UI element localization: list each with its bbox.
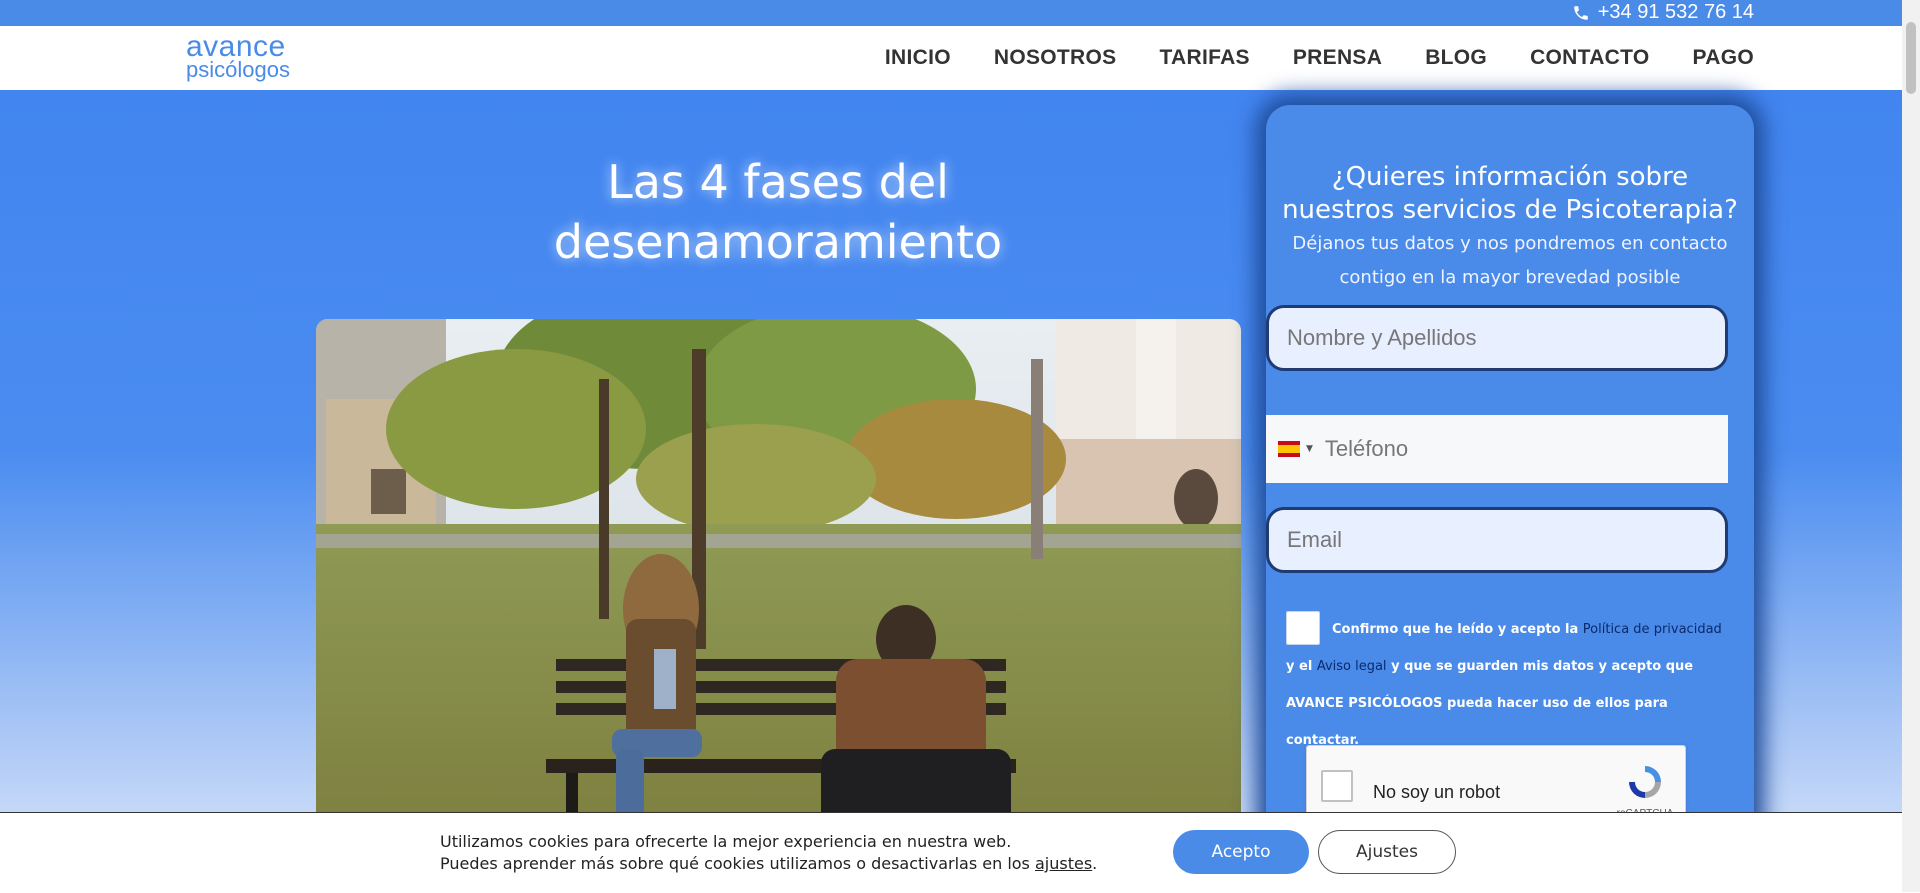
nav-item-tarifas[interactable]: TARIFAS xyxy=(1159,46,1249,70)
email-field-placeholder: Email xyxy=(1287,527,1343,552)
recaptcha-widget: No soy un robot reCAPTCHA xyxy=(1306,745,1686,819)
chevron-down-icon[interactable]: ▼ xyxy=(1306,444,1313,454)
page-title: Las 4 fases del desenamoramiento xyxy=(478,152,1078,272)
top-bar: +34 91 532 76 14 xyxy=(0,0,1920,26)
nav-item-pago[interactable]: PAGO xyxy=(1693,46,1754,70)
privacy-consent-text: Confirmo que he leído y acepto la Políti… xyxy=(1286,611,1732,759)
form-subheading-line-2: contigo en la mayor brevedad posible xyxy=(1339,267,1681,288)
consent-text-part-1: Confirmo que he leído y acepto la xyxy=(1332,622,1583,637)
recaptcha-icon xyxy=(1629,766,1661,798)
hero-section: Las 4 fases del desenamoramiento ¿Quiere… xyxy=(0,90,1920,892)
recaptcha-logo: reCAPTCHA xyxy=(1615,762,1675,819)
privacy-consent-checkbox[interactable] xyxy=(1286,611,1320,645)
cookie-message-end: . xyxy=(1092,854,1098,873)
recaptcha-label: No soy un robot xyxy=(1373,782,1501,802)
logo-text-psicologos: psicólogos xyxy=(186,57,290,82)
name-field[interactable]: Nombre y Apellidos xyxy=(1266,305,1728,371)
phone-contact[interactable]: +34 91 532 76 14 xyxy=(1572,1,1754,24)
hero-photo-couple-on-bench xyxy=(316,319,1241,839)
contact-form-card: ¿Quieres información sobre nuestros serv… xyxy=(1266,105,1754,865)
phone-field-placeholder: Teléfono xyxy=(1324,436,1409,461)
form-heading-line-1: ¿Quieres información sobre xyxy=(1331,162,1689,192)
nav-item-prensa[interactable]: PRENSA xyxy=(1293,46,1382,70)
cookie-banner: Utilizamos cookies para ofrecerte la mej… xyxy=(0,812,1902,893)
cookie-message-line-1: Utilizamos cookies para ofrecerte la mej… xyxy=(440,832,1012,851)
consent-text-part-2: y el xyxy=(1286,659,1317,674)
cookie-settings-button[interactable]: Ajustes xyxy=(1318,830,1456,874)
privacy-policy-link[interactable]: Política de privacidad xyxy=(1583,622,1722,637)
legal-notice-link[interactable]: Aviso legal xyxy=(1317,659,1387,674)
scrollbar-thumb[interactable] xyxy=(1906,22,1916,94)
form-heading-line-2: nuestros servicios de Psicoterapia? xyxy=(1282,195,1738,225)
nav-item-inicio[interactable]: INICIO xyxy=(885,46,951,70)
nav-item-nosotros[interactable]: NOSOTROS xyxy=(994,46,1117,70)
accept-cookies-button[interactable]: Acepto xyxy=(1173,830,1309,874)
nav-item-blog[interactable]: BLOG xyxy=(1425,46,1487,70)
email-field[interactable]: Email xyxy=(1266,507,1728,573)
spain-flag-icon[interactable] xyxy=(1278,441,1300,457)
form-subheading: Déjanos tus datos y nos pondremos en con… xyxy=(1266,227,1754,295)
cookie-message-line-2: Puedes aprender más sobre qué cookies ut… xyxy=(440,854,1035,873)
form-subheading-line-1: Déjanos tus datos y nos pondremos en con… xyxy=(1292,233,1728,254)
cookie-settings-link[interactable]: ajustes xyxy=(1035,854,1092,873)
cookie-message: Utilizamos cookies para ofrecerte la mej… xyxy=(440,831,1097,875)
phone-number: +34 91 532 76 14 xyxy=(1597,1,1754,23)
title-line-2: desenamoramiento xyxy=(553,215,1003,269)
nav-item-contacto[interactable]: CONTACTO xyxy=(1530,46,1649,70)
main-nav: INICIO NOSOTROS TARIFAS PRENSA BLOG CONT… xyxy=(885,46,1754,70)
site-header: avance psicólogos INICIO NOSOTROS TARIFA… xyxy=(0,26,1920,90)
form-heading: ¿Quieres información sobre nuestros serv… xyxy=(1266,161,1754,227)
phone-icon xyxy=(1573,5,1588,20)
phone-field[interactable]: ▼ Teléfono xyxy=(1266,415,1728,483)
name-field-placeholder: Nombre y Apellidos xyxy=(1287,325,1477,350)
title-line-1: Las 4 fases del xyxy=(607,155,949,209)
recaptcha-checkbox[interactable] xyxy=(1321,770,1353,802)
page-scrollbar[interactable] xyxy=(1902,0,1920,892)
site-logo[interactable]: avance psicólogos xyxy=(186,32,290,81)
